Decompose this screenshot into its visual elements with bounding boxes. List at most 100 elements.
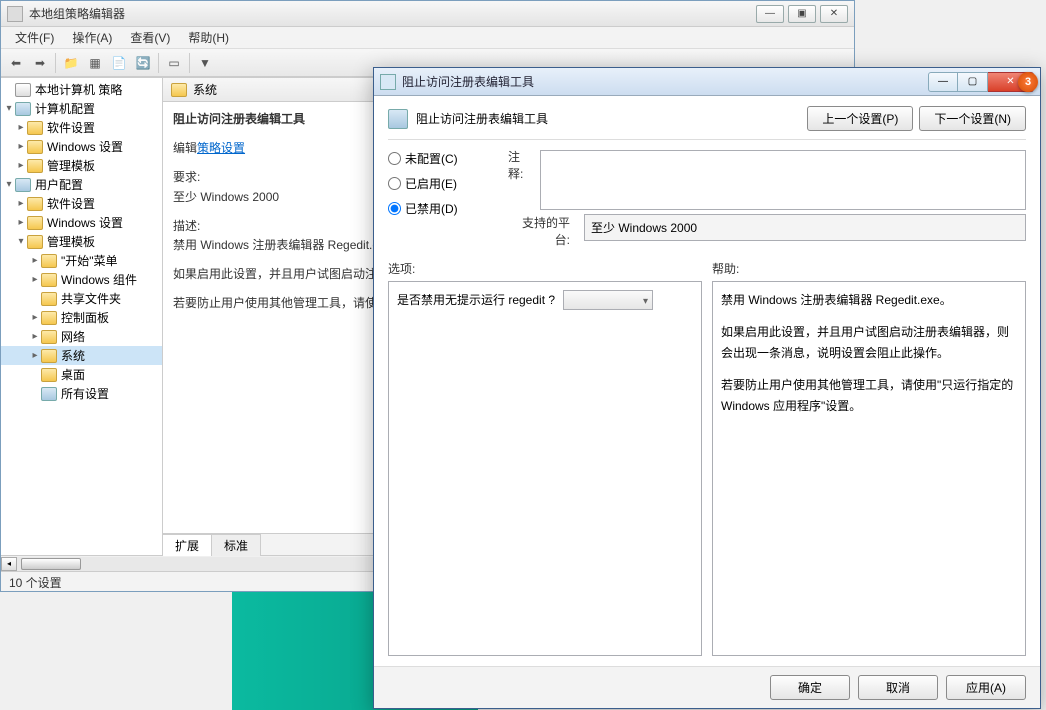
tree-item-2[interactable]: ▸软件设置 <box>1 118 162 137</box>
tree-item-label: 所有设置 <box>61 385 109 402</box>
tree-item-6[interactable]: ▸软件设置 <box>1 194 162 213</box>
options-label: 选项: <box>388 260 702 277</box>
tree-item-label: 网络 <box>61 328 85 345</box>
dialog-title: 阻止访问注册表编辑工具 <box>402 73 928 90</box>
tree-item-7[interactable]: ▸Windows 设置 <box>1 213 162 232</box>
tree-twist-icon[interactable]: ▾ <box>3 103 15 114</box>
policy-settings-dialog: 阻止访问注册表编辑工具 — ▢ ✕ 阻止访问注册表编辑工具 上一个设置(P) 下… <box>373 67 1041 709</box>
menu-help[interactable]: 帮助(H) <box>180 27 237 48</box>
forward-button[interactable]: ➡ <box>29 52 51 74</box>
computer-icon <box>15 83 31 97</box>
cancel-button[interactable]: 取消 <box>858 675 938 700</box>
up-button[interactable]: 📁 <box>60 52 82 74</box>
tree-twist-icon[interactable]: ▸ <box>29 274 41 285</box>
tree-item-label: 计算机配置 <box>35 100 95 117</box>
notification-badge[interactable]: 3 <box>1018 72 1038 92</box>
radio-disabled[interactable]: 已禁用(D) <box>388 200 498 217</box>
tree-twist-icon[interactable]: ▸ <box>29 350 41 361</box>
tree-twist-icon[interactable]: ▾ <box>15 236 27 247</box>
detail-header-label: 系统 <box>193 81 217 98</box>
menubar: 文件(F) 操作(A) 查看(V) 帮助(H) <box>1 27 854 49</box>
radio-not-configured[interactable]: 未配置(C) <box>388 150 498 167</box>
menu-file[interactable]: 文件(F) <box>7 27 62 48</box>
edit-policy-link[interactable]: 策略设置 <box>197 141 245 155</box>
help-p1: 禁用 Windows 注册表编辑器 Regedit.exe。 <box>721 290 1017 310</box>
tree-item-label: Windows 设置 <box>47 138 123 155</box>
filter-button[interactable]: ▼ <box>194 52 216 74</box>
tree-item-11[interactable]: 共享文件夹 <box>1 289 162 308</box>
tree-twist-icon[interactable]: ▸ <box>29 312 41 323</box>
folder-icon <box>41 349 57 363</box>
show-hide-tree-button[interactable]: ▦ <box>84 52 106 74</box>
maximize-button[interactable]: ▣ <box>788 5 816 23</box>
tree-item-12[interactable]: ▸ 控制面板 <box>1 308 162 327</box>
tree-twist-icon[interactable]: ▸ <box>29 331 41 342</box>
tree-item-8[interactable]: ▾ 管理模板 <box>1 232 162 251</box>
tree-item-1[interactable]: ▾ 计算机配置 <box>1 99 162 118</box>
radio-enabled[interactable]: 已启用(E) <box>388 175 498 192</box>
tree-twist-icon[interactable]: ▸ <box>29 255 41 266</box>
help-p2: 如果启用此设置，并且用户试图启动注册表编辑器，则会出现一条消息，说明设置会阻止此… <box>721 322 1017 363</box>
gear-folder-icon <box>41 387 57 401</box>
tree-twist-icon[interactable]: ▸ <box>15 160 27 171</box>
refresh-button[interactable]: 🔄 <box>132 52 154 74</box>
tree-item-15[interactable]: 桌面 <box>1 365 162 384</box>
help-panel: 禁用 Windows 注册表编辑器 Regedit.exe。 如果启用此设置，并… <box>712 281 1026 656</box>
comment-textarea[interactable] <box>540 150 1026 210</box>
folder-icon <box>27 140 43 154</box>
gear-folder-icon <box>15 178 31 192</box>
tab-extended[interactable]: 扩展 <box>162 534 212 556</box>
supported-label: 支持的平台: <box>508 214 578 248</box>
tree-item-label: 管理模板 <box>47 233 95 250</box>
tree-item-label: 控制面板 <box>61 309 109 326</box>
tree-item-0[interactable]: 本地计算机 策略 <box>1 80 162 99</box>
tree-twist-icon[interactable]: ▸ <box>15 198 27 209</box>
tree-item-13[interactable]: ▸ 网络 <box>1 327 162 346</box>
close-button[interactable]: ✕ <box>820 5 848 23</box>
tree-item-16[interactable]: 所有设置 <box>1 384 162 403</box>
gear-folder-icon <box>15 102 31 116</box>
export-button[interactable]: 📄 <box>108 52 130 74</box>
nav-tree[interactable]: 本地计算机 策略▾计算机配置▸软件设置▸Windows 设置▸管理模板▾用户配置… <box>1 78 163 555</box>
previous-setting-button[interactable]: 上一个设置(P) <box>807 106 913 131</box>
folder-icon <box>41 311 57 325</box>
ok-button[interactable]: 确定 <box>770 675 850 700</box>
tree-item-4[interactable]: ▸ 管理模板 <box>1 156 162 175</box>
dialog-minimize-button[interactable]: — <box>928 72 958 92</box>
folder-icon <box>27 121 43 135</box>
folder-icon <box>27 235 43 249</box>
tree-item-3[interactable]: ▸ Windows 设置 <box>1 137 162 156</box>
tree-item-10[interactable]: ▸Windows 组件 <box>1 270 162 289</box>
supported-value: 至少 Windows 2000 <box>584 214 1026 241</box>
tree-item-14[interactable]: ▸系统 <box>1 346 162 365</box>
tree-item-9[interactable]: ▸ "开始"菜单 <box>1 251 162 270</box>
tree-twist-icon[interactable]: ▸ <box>15 217 27 228</box>
tree-twist-icon[interactable]: ▸ <box>15 122 27 133</box>
policy-icon <box>388 109 408 129</box>
tab-standard[interactable]: 标准 <box>211 534 261 556</box>
tree-twist-icon[interactable]: ▸ <box>15 141 27 152</box>
back-button[interactable]: ⬅ <box>5 52 27 74</box>
help-p3: 若要防止用户使用其他管理工具，请使用"只运行指定的 Windows 应用程序"设… <box>721 375 1017 416</box>
properties-button[interactable]: ▭ <box>163 52 185 74</box>
main-titlebar: 本地组策略编辑器 — ▣ ✕ <box>1 1 854 27</box>
minimize-button[interactable]: — <box>756 5 784 23</box>
apply-button[interactable]: 应用(A) <box>946 675 1026 700</box>
tree-item-label: 管理模板 <box>47 157 95 174</box>
folder-icon <box>41 254 57 268</box>
menu-view[interactable]: 查看(V) <box>122 27 178 48</box>
tree-twist-icon[interactable]: ▾ <box>3 179 15 190</box>
tree-item-label: 本地计算机 策略 <box>35 81 122 98</box>
folder-icon <box>41 368 57 382</box>
help-label: 帮助: <box>712 260 1026 277</box>
folder-icon <box>27 197 43 211</box>
tree-item-label: "开始"菜单 <box>61 252 118 269</box>
tree-item-5[interactable]: ▾用户配置 <box>1 175 162 194</box>
folder-icon <box>27 216 43 230</box>
options-panel: 是否禁用无提示运行 regedit ? <box>388 281 702 656</box>
next-setting-button[interactable]: 下一个设置(N) <box>919 106 1026 131</box>
option-combobox[interactable] <box>563 290 653 310</box>
menu-action[interactable]: 操作(A) <box>64 27 120 48</box>
edit-label: 编辑 <box>173 141 197 155</box>
dialog-maximize-button[interactable]: ▢ <box>958 72 988 92</box>
